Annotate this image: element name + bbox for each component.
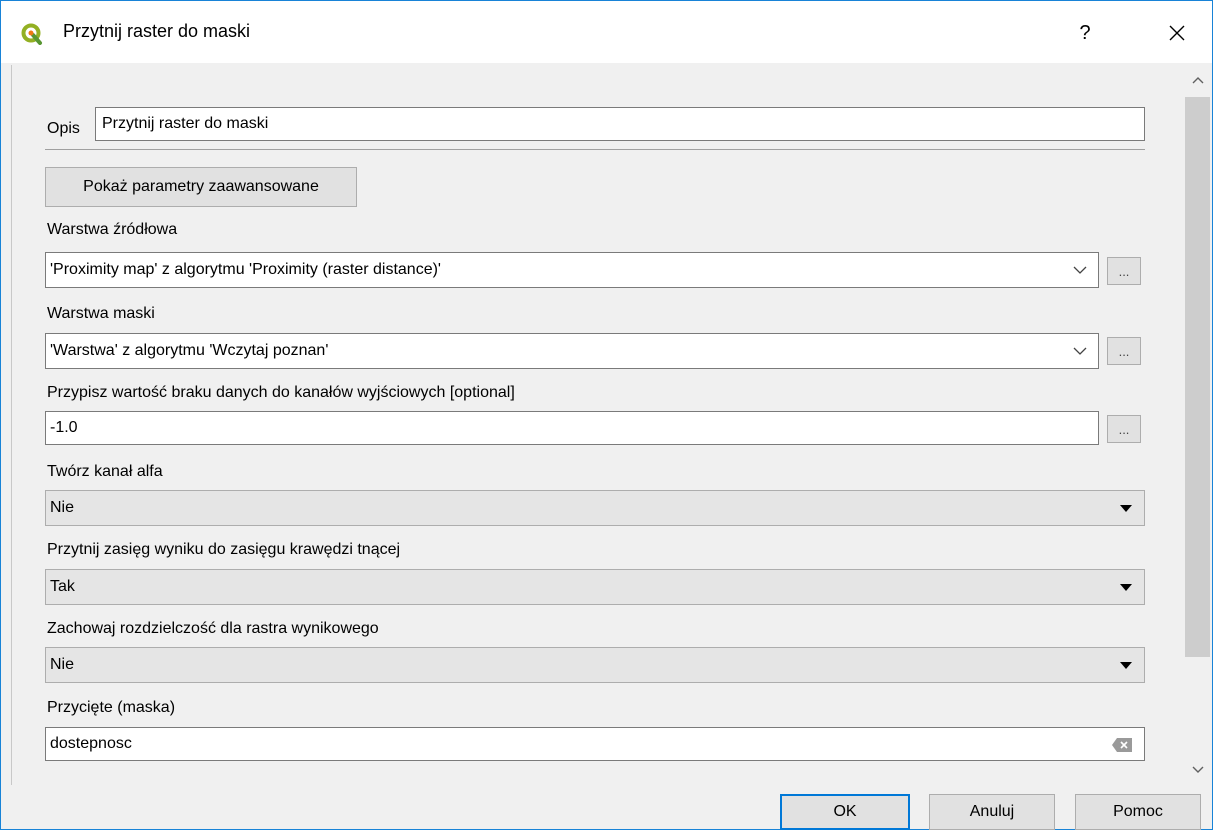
source-layer-label: Warstwa źródłowa [47, 221, 178, 238]
chevron-down-icon [1073, 266, 1087, 274]
crop-extent-select[interactable]: Tak [45, 569, 1145, 605]
mask-layer-label: Warstwa maski [47, 305, 155, 322]
show-advanced-parameters-button[interactable]: Pokaż parametry zaawansowane [45, 167, 357, 207]
scroll-thumb[interactable] [1185, 97, 1210, 657]
window-title: Przytnij raster do maski [63, 21, 251, 41]
source-layer-combo[interactable]: 'Proximity map' z algorytmu 'Proximity (… [45, 252, 1099, 288]
cancel-button[interactable]: Anuluj [929, 794, 1055, 830]
mask-layer-value: 'Warstwa' z algorytmu 'Wczytaj poznan' [50, 342, 329, 359]
dropdown-arrow-icon [1120, 662, 1132, 669]
mask-layer-browse-button[interactable]: ... [1107, 337, 1141, 365]
alpha-band-label: Twórz kanał alfa [47, 463, 163, 480]
close-button[interactable] [1155, 13, 1199, 53]
crop-extent-value: Tak [50, 578, 75, 595]
output-input[interactable]: dostepnosc [45, 727, 1145, 761]
dropdown-arrow-icon [1120, 505, 1132, 512]
keep-resolution-select[interactable]: Nie [45, 647, 1145, 683]
separator [45, 149, 1145, 150]
source-layer-value: 'Proximity map' z algorytmu 'Proximity (… [50, 261, 441, 278]
scroll-down-icon[interactable] [1183, 759, 1212, 781]
description-input[interactable]: Przytnij raster do maski [95, 107, 1145, 141]
scroll-up-icon[interactable] [1183, 69, 1212, 91]
dropdown-arrow-icon [1120, 584, 1132, 591]
alpha-band-value: Nie [50, 499, 75, 516]
help-title-button[interactable]: ? [1063, 13, 1107, 53]
keep-resolution-label: Zachowaj rozdzielczość dla rastra wyniko… [47, 620, 379, 637]
close-icon [1169, 25, 1185, 41]
clear-icon[interactable] [1112, 738, 1132, 752]
dialog-window: Przytnij raster do maski ? Opis Przytnij… [0, 0, 1213, 830]
title-bar: Przytnij raster do maski ? [1, 1, 1212, 63]
keep-resolution-value: Nie [50, 656, 75, 673]
output-label: Przycięte (maska) [47, 699, 176, 716]
nodata-label: Przypisz wartość braku danych do kanałów… [47, 384, 515, 401]
nodata-browse-button[interactable]: ... [1107, 415, 1141, 443]
qgis-logo-icon [21, 23, 42, 45]
source-layer-browse-button[interactable]: ... [1107, 257, 1141, 285]
ok-button[interactable]: OK [780, 794, 910, 830]
chevron-down-icon [1073, 347, 1087, 355]
description-label: Opis [47, 120, 80, 137]
help-button[interactable]: Pomoc [1075, 794, 1201, 830]
vertical-scrollbar[interactable] [1183, 65, 1212, 785]
nodata-input[interactable]: -1.0 [45, 411, 1099, 445]
crop-extent-label: Przytnij zasięg wyniku do zasięgu krawęd… [47, 541, 401, 558]
output-value: dostepnosc [50, 735, 132, 752]
alpha-band-select[interactable]: Nie [45, 490, 1145, 526]
mask-layer-combo[interactable]: 'Warstwa' z algorytmu 'Wczytaj poznan' [45, 333, 1099, 369]
